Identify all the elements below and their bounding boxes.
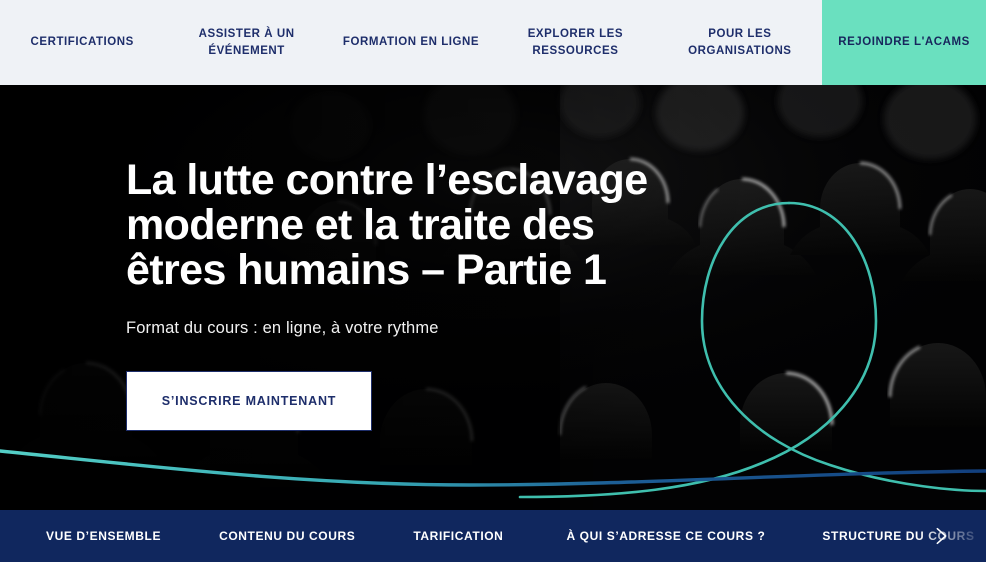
primary-navigation: CERTIFICATIONS ASSISTER À UN ÉVÉNEMENT F…: [0, 0, 986, 85]
nav-explorer-ressources-label: EXPLORER LES RESSOURCES: [527, 27, 624, 57]
enroll-now-button[interactable]: S’INSCRIRE MAINTENANT: [126, 371, 372, 431]
nav-explorer-ressources[interactable]: EXPLORER LES RESSOURCES: [493, 0, 657, 85]
chevron-right-icon[interactable]: [930, 525, 952, 547]
subnav-a-qui-sadresse-label: À QUI S’ADRESSE CE COURS ?: [566, 529, 766, 543]
nav-certifications-label: CERTIFICATIONS: [30, 36, 134, 49]
nav-formation-en-ligne-label: FORMATION EN LIGNE: [342, 36, 480, 49]
subnav-tarification-label: TARIFICATION: [413, 529, 504, 543]
page-root: CERTIFICATIONS ASSISTER À UN ÉVÉNEMENT F…: [0, 0, 986, 562]
subnav-contenu-du-cours-label: CONTENU DU COURS: [219, 529, 356, 543]
nav-formation-en-ligne[interactable]: FORMATION EN LIGNE: [329, 0, 493, 85]
subnav-contenu-du-cours[interactable]: CONTENU DU COURS: [219, 529, 355, 543]
enroll-now-label: S’INSCRIRE MAINTENANT: [161, 394, 337, 408]
nav-pour-organisations[interactable]: POUR LES ORGANISATIONS: [658, 0, 822, 85]
hero-content: La lutte contre l’esclavage moderne et l…: [126, 158, 746, 431]
subnav-vue-ensemble-label: VUE D’ENSEMBLE: [46, 529, 162, 543]
course-section-navigation: VUE D’ENSEMBLE CONTENU DU COURS TARIFICA…: [0, 510, 986, 562]
subnav-a-qui-sadresse[interactable]: À QUI S’ADRESSE CE COURS ?: [566, 529, 765, 543]
nav-pour-organisations-label: POUR LES ORGANISATIONS: [688, 27, 792, 57]
subnav-vue-ensemble[interactable]: VUE D’ENSEMBLE: [46, 529, 161, 543]
subnav-tarification[interactable]: TARIFICATION: [413, 529, 503, 543]
hero-subtitle: Format du cours : en ligne, à votre ryth…: [126, 319, 439, 337]
nav-rejoindre-acams[interactable]: REJOINDRE L'ACAMS: [822, 0, 986, 85]
nav-rejoindre-acams-label: REJOINDRE L'ACAMS: [838, 36, 970, 49]
nav-assister-evenement-label: ASSISTER À UN ÉVÉNEMENT: [198, 27, 295, 57]
nav-certifications[interactable]: CERTIFICATIONS: [0, 0, 164, 85]
nav-assister-evenement[interactable]: ASSISTER À UN ÉVÉNEMENT: [164, 0, 328, 85]
hero-banner: La lutte contre l’esclavage moderne et l…: [0, 85, 986, 510]
page-title: La lutte contre l’esclavage moderne et l…: [126, 156, 648, 294]
